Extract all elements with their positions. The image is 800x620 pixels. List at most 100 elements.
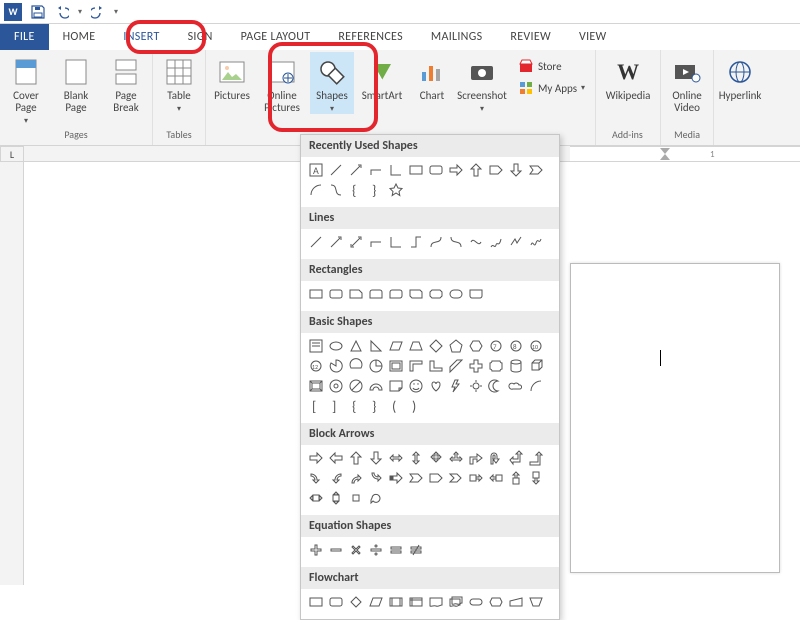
tab-mailings[interactable]: MAILINGS [417,24,497,50]
shape-b-blockarc[interactable] [367,377,385,395]
shape-ba-notched[interactable] [407,469,425,487]
shape-b-brace-l2[interactable]: { [347,397,365,415]
shape-b-smiley[interactable] [407,377,425,395]
shape-ba-left[interactable] [327,449,345,467]
tab-review[interactable]: REVIEW [496,24,565,50]
shape-b-noentry[interactable] [347,377,365,395]
shape-b-lshape[interactable] [427,357,445,375]
shape-b-bracket-l[interactable]: [ [307,397,325,415]
shape-line2[interactable] [307,233,325,251]
shape-arrow-down[interactable] [507,161,525,179]
shape-fc-multidoc[interactable] [447,593,465,611]
vertical-ruler[interactable] [0,162,24,585]
shape-ba-bent[interactable] [467,449,485,467]
smartart-button[interactable]: SmartArt [360,52,404,102]
shape-b-paren-l[interactable]: ( [387,397,405,415]
shape-ba-callout-ud[interactable] [327,489,345,507]
shape-b-plaque[interactable] [487,357,505,375]
tab-insert[interactable]: INSERT [109,24,173,50]
shape-line-arrow[interactable] [347,161,365,179]
shape-elbow3[interactable] [367,233,385,251]
tab-references[interactable]: REFERENCES [324,24,417,50]
shape-b-lightning[interactable] [447,377,465,395]
shape-eq-minus[interactable] [327,541,345,559]
shape-ba-callout-l[interactable] [487,469,505,487]
online-video-button[interactable]: Online Video [665,52,709,114]
shape-ba-curvedleft[interactable] [327,469,345,487]
shape-r6[interactable] [407,285,425,303]
shape-brace-l[interactable]: { [347,181,365,199]
shape-b-cross[interactable] [467,357,485,375]
shape-fc-document[interactable] [427,593,445,611]
shape-b-halfframe[interactable] [407,357,425,375]
shape-ba-down[interactable] [367,449,385,467]
shape-fc-predefined[interactable] [387,593,405,611]
shape-fc-internal[interactable] [407,593,425,611]
shape-b-cloud[interactable] [507,377,525,395]
shape-curve3[interactable] [447,233,465,251]
table-button[interactable]: Table ▾ [157,52,201,114]
shape-b-paren-r[interactable]: ) [407,397,425,415]
shape-fc-decision[interactable] [347,593,365,611]
screenshot-button[interactable]: Screenshot ▾ [460,52,504,114]
shape-ba-callout-u[interactable] [507,469,525,487]
shape-b-trapezoid[interactable] [407,337,425,355]
shape-r7[interactable] [427,285,445,303]
shape-rect[interactable] [407,161,425,179]
shape-ba-pentagon2[interactable] [427,469,445,487]
blank-page-button[interactable]: Blank Page [54,52,98,114]
tab-view[interactable]: VIEW [565,24,621,50]
shape-eq-plus[interactable] [307,541,325,559]
shape-fc-manualop[interactable] [527,593,545,611]
shape-b-cube[interactable] [527,357,545,375]
shape-fc-manualinput[interactable] [507,593,525,611]
shape-arrow-block[interactable] [447,161,465,179]
shape-ba-curvedup[interactable] [347,469,365,487]
shape-b-arc2[interactable] [527,377,545,395]
shape-freeform[interactable] [487,233,505,251]
shape-b-frame[interactable] [387,357,405,375]
shape-eq-equal[interactable] [387,541,405,559]
shape-r4[interactable] [367,285,385,303]
shape-eq-multiply[interactable] [347,541,365,559]
shape-eq-divide[interactable] [367,541,385,559]
shape-ba-callout-lr[interactable] [307,489,325,507]
shape-ba-uturn[interactable] [487,449,505,467]
shape-fc-prep[interactable] [487,593,505,611]
shape-b-textbox[interactable] [307,337,325,355]
shape-arrow-line[interactable] [327,233,345,251]
pictures-button[interactable]: Pictures [210,52,254,102]
shape-b-heart[interactable] [427,377,445,395]
shape-b-rtriangle[interactable] [367,337,385,355]
shape-b-parallelogram[interactable] [387,337,405,355]
online-pictures-button[interactable]: Online Pictures [260,52,304,114]
shape-ba-leftup[interactable] [507,449,525,467]
shape-b-octagon[interactable]: 8 [507,337,525,355]
shape-textbox[interactable]: A [307,161,325,179]
page-break-button[interactable]: Page Break [104,52,148,114]
shape-b-hexagon[interactable] [467,337,485,355]
shape-ba-right[interactable] [307,449,325,467]
shape-ba-up[interactable] [347,449,365,467]
tab-file[interactable]: FILE [0,24,49,50]
shape-star[interactable] [387,181,405,199]
shape-elbow5[interactable] [407,233,425,251]
shape-ba-curvedright[interactable] [307,469,325,487]
store-button[interactable]: Store [518,58,585,74]
shape-ba-updown[interactable] [407,449,425,467]
shape-r3[interactable] [347,285,365,303]
shape-fc-terminator[interactable] [467,593,485,611]
shape-arrow-notch[interactable] [527,161,545,179]
shape-r5[interactable] [387,285,405,303]
shape-arc[interactable] [307,181,325,199]
qat-customize-icon[interactable]: ▾ [114,7,118,17]
tab-design[interactable]: SIGN [174,24,227,50]
shape-double-arrow[interactable] [347,233,365,251]
shape-scribble[interactable] [527,233,545,251]
shape-r2[interactable] [327,285,345,303]
shape-b-teardrop[interactable] [367,357,385,375]
shape-ba-bentup[interactable] [527,449,545,467]
shape-fc-data[interactable] [367,593,385,611]
shape-b-foldedcorner[interactable] [387,377,405,395]
shape-eq-notequal[interactable] [407,541,425,559]
